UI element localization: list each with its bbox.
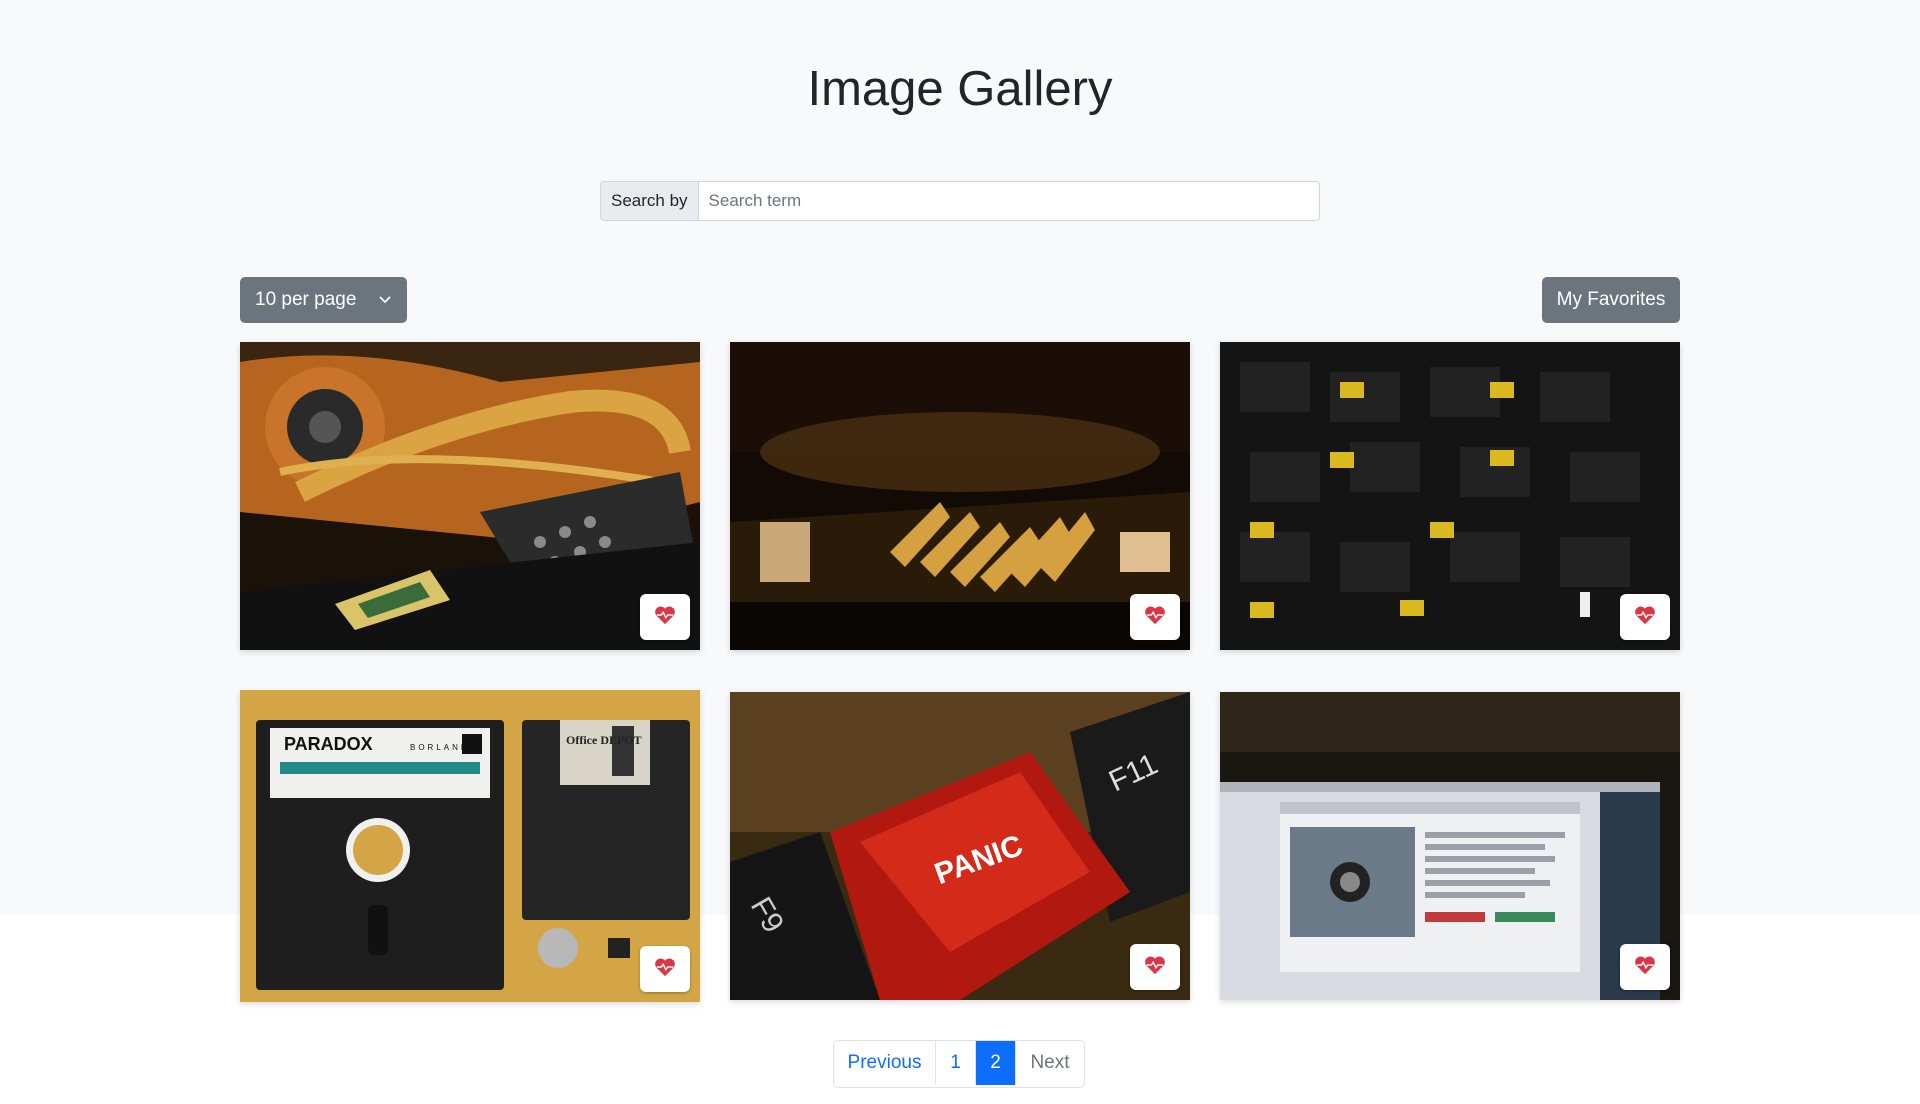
favorite-button[interactable] — [1620, 594, 1670, 640]
disk-label: PARADOX — [284, 734, 373, 754]
pagination-page-2[interactable]: 2 — [976, 1041, 1016, 1085]
pagination-previous[interactable]: Previous — [834, 1041, 936, 1085]
favorite-button[interactable] — [1620, 944, 1670, 990]
gallery-image-3 — [1220, 342, 1680, 650]
heart-pulse-icon — [1144, 605, 1166, 630]
gallery-card-1[interactable] — [240, 342, 700, 650]
favorite-button[interactable] — [640, 946, 690, 992]
disk-brand: BORLAND — [410, 743, 470, 752]
favorite-button[interactable] — [1130, 944, 1180, 990]
heart-pulse-icon — [1144, 955, 1166, 980]
page-title: Image Gallery — [807, 62, 1113, 116]
gallery-image-4: PARADOX BORLAND Office DEPOT — [240, 690, 700, 1002]
favorite-button[interactable] — [640, 594, 690, 640]
gallery-card-3[interactable] — [1220, 342, 1680, 650]
pagination-page-1[interactable]: 1 — [936, 1041, 976, 1085]
page: Image Gallery Search by 10 per page My F… — [0, 0, 1920, 1104]
search-input[interactable] — [697, 181, 1320, 221]
gallery-card-6[interactable] — [1220, 692, 1680, 1000]
search-group: Search by — [600, 181, 1320, 221]
gallery-image-1 — [240, 342, 700, 650]
pagination: Previous 1 2 Next — [833, 1040, 1085, 1088]
per-page-dropdown[interactable]: 10 per page — [240, 277, 407, 323]
heart-pulse-icon — [1634, 955, 1656, 980]
favorite-button[interactable] — [1130, 594, 1180, 640]
chevron-down-icon — [378, 293, 392, 307]
gallery-card-4[interactable]: PARADOX BORLAND Office DEPOT — [240, 690, 700, 1002]
gallery-image-6 — [1220, 692, 1680, 1000]
gallery-image-5: F11 F9 PANIC — [730, 692, 1190, 1000]
my-favorites-button[interactable]: My Favorites — [1542, 277, 1680, 323]
heart-pulse-icon — [654, 605, 676, 630]
gallery-card-2[interactable] — [730, 342, 1190, 650]
per-page-label: 10 per page — [255, 289, 357, 310]
search-label: Search by — [600, 181, 698, 221]
heart-pulse-icon — [1634, 605, 1656, 630]
heart-pulse-icon — [654, 957, 676, 982]
disk2-label: Office DEPOT — [566, 733, 642, 747]
gallery-image-2 — [730, 342, 1190, 650]
pagination-next[interactable]: Next — [1016, 1041, 1084, 1085]
gallery-card-5[interactable]: F11 F9 PANIC — [730, 692, 1190, 1000]
